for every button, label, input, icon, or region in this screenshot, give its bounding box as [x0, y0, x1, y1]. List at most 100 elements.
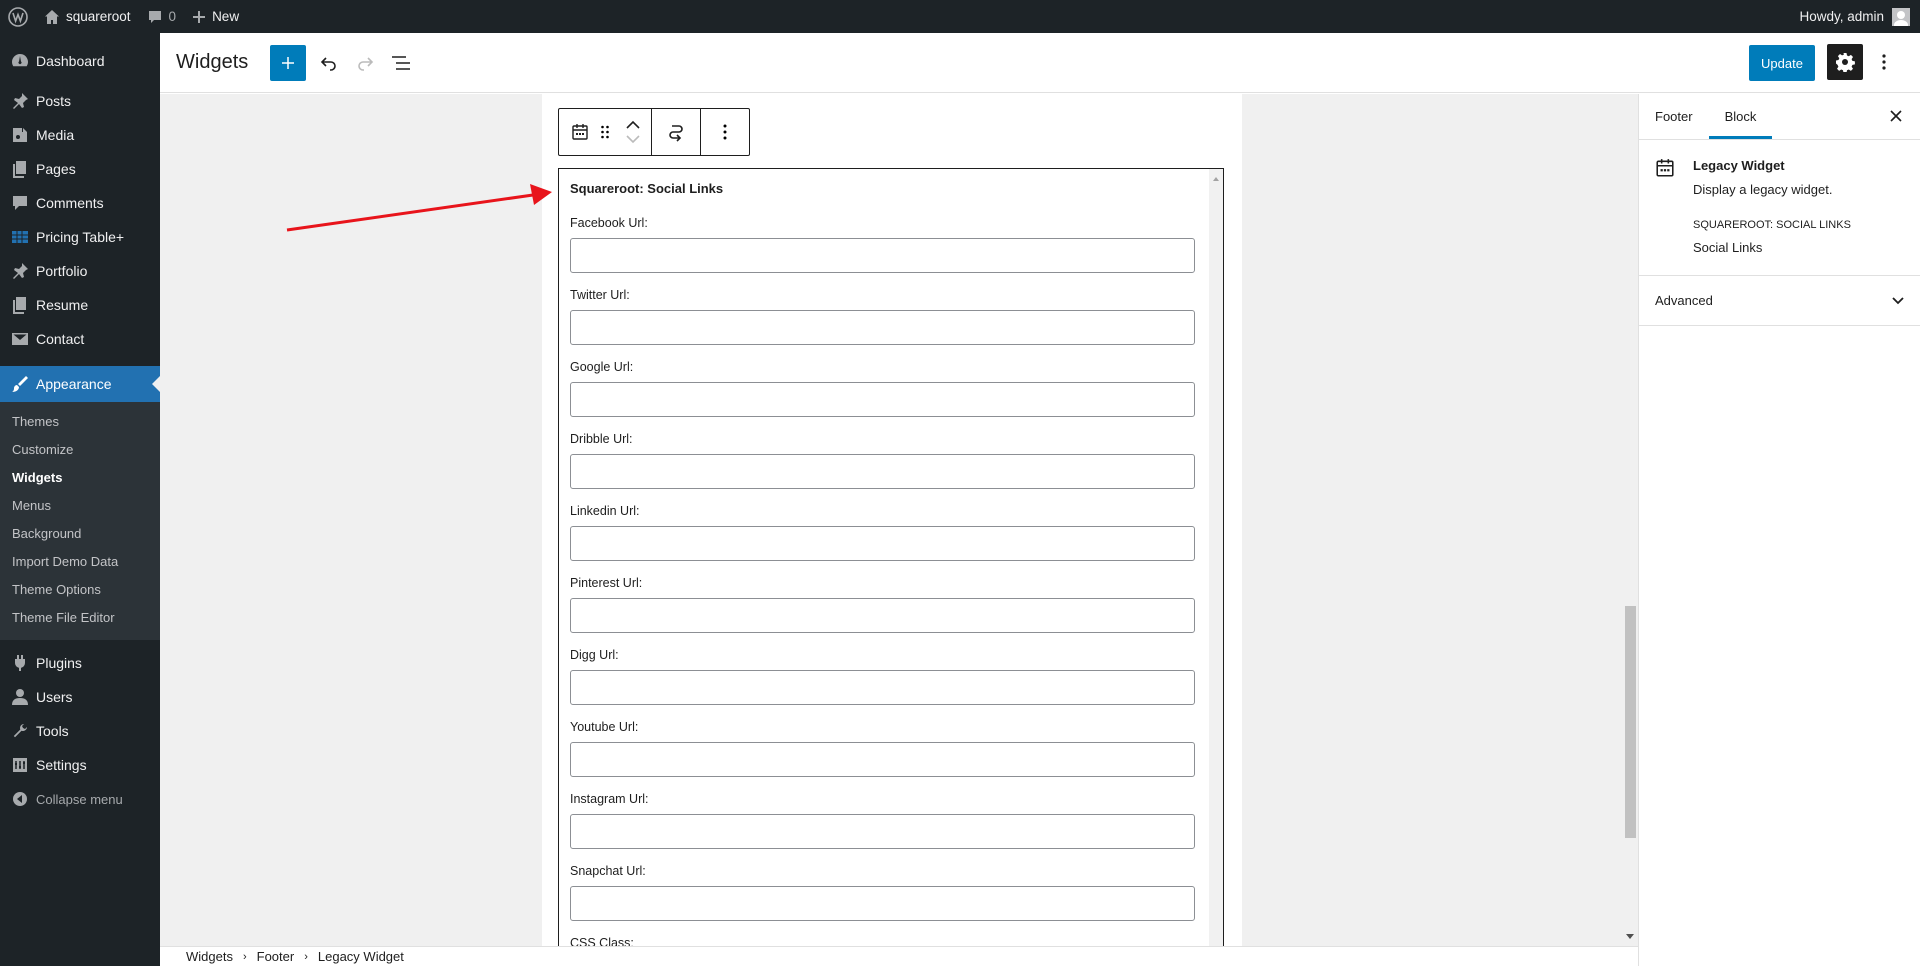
editor-header: Widgets Update [160, 33, 1920, 93]
facebook-url-input[interactable] [570, 238, 1195, 273]
settings-button[interactable] [1827, 44, 1863, 80]
submenu-item-theme-file-editor[interactable]: Theme File Editor [0, 604, 160, 632]
comments-link[interactable]: 0 [139, 0, 185, 33]
collapse-label: Collapse menu [36, 791, 123, 807]
wrench-icon [10, 721, 30, 741]
block-type-button[interactable] [559, 109, 589, 155]
canvas-scrollbar[interactable] [1622, 94, 1638, 946]
chevron-down-icon[interactable] [626, 135, 640, 144]
sidebar-item-label: Pages [36, 161, 76, 177]
sidebar-item-pages[interactable]: Pages [0, 152, 160, 186]
block-movers [621, 109, 651, 155]
linkedin-url-input[interactable] [570, 526, 1195, 561]
pages-icon [10, 159, 30, 179]
field-linkedin-url: Linkedin Url: [570, 504, 1195, 561]
gear-icon [1835, 52, 1855, 72]
snapchat-url-input[interactable] [570, 886, 1195, 921]
widget-area: Squareroot: Social Links Facebook Url: Tw… [542, 94, 1242, 948]
twitter-url-input[interactable] [570, 310, 1195, 345]
tab-block[interactable]: Block [1709, 94, 1773, 139]
sidebar-item-comments[interactable]: Comments [0, 186, 160, 220]
submenu-item-themes[interactable]: Themes [0, 408, 160, 436]
comment-icon [10, 193, 30, 213]
pin-icon [10, 91, 30, 111]
pinterest-url-input[interactable] [570, 598, 1195, 633]
youtube-url-input[interactable] [570, 742, 1195, 777]
undo-button[interactable] [312, 46, 346, 80]
drag-handle-icon [600, 124, 610, 140]
sidebar-item-portfolio[interactable]: Portfolio [0, 254, 160, 288]
breadcrumb: Widgets › Footer › Legacy Widget [160, 946, 1638, 966]
snapchat-url-label: Snapchat Url: [570, 864, 646, 878]
sidebar-item-plugins[interactable]: Plugins [0, 646, 160, 680]
add-block-button[interactable] [270, 44, 307, 81]
sidebar-item-appearance[interactable]: Appearance [0, 366, 160, 402]
list-view-button[interactable] [384, 46, 418, 80]
sidebar-item-label: Plugins [36, 655, 82, 671]
drag-handle[interactable] [589, 109, 621, 155]
new-label: New [212, 9, 240, 24]
block-card: Legacy Widget Display a legacy widget. S… [1639, 140, 1920, 276]
google-url-input[interactable] [570, 382, 1195, 417]
close-panel-button[interactable] [1886, 106, 1906, 126]
field-snapchat-url: Snapchat Url: [570, 864, 1195, 921]
block-options-button[interactable] [701, 109, 749, 155]
home-icon [44, 9, 60, 25]
sidebar-item-posts[interactable]: Posts [0, 84, 160, 118]
collapse-menu-button[interactable]: Collapse menu [0, 782, 160, 816]
new-content-link[interactable]: New [184, 0, 247, 33]
submenu-item-menus[interactable]: Menus [0, 492, 160, 520]
sidebar-item-media[interactable]: Media [0, 118, 160, 152]
sidebar-item-label: Users [36, 689, 73, 705]
update-button[interactable]: Update [1749, 45, 1815, 81]
sidebar-item-contact[interactable]: Contact [0, 322, 160, 356]
submenu-item-customize[interactable]: Customize [0, 436, 160, 464]
submenu-item-background[interactable]: Background [0, 520, 160, 548]
site-name-link[interactable]: squareroot [36, 0, 139, 33]
page-title: Widgets [176, 51, 249, 73]
sidebar-item-users[interactable]: Users [0, 680, 160, 714]
transform-button[interactable] [652, 109, 700, 155]
form-scrollbar[interactable] [1209, 169, 1223, 948]
sidebar-item-tools[interactable]: Tools [0, 714, 160, 748]
collapse-icon [10, 789, 30, 809]
options-menu-button[interactable] [1872, 44, 1896, 80]
redo-button[interactable] [348, 46, 382, 80]
settings-icon [10, 755, 30, 775]
avatar [1892, 7, 1910, 26]
digg-url-input[interactable] [570, 670, 1195, 705]
chevron-right-icon: › [242, 950, 247, 963]
instagram-url-input[interactable] [570, 814, 1195, 849]
dribble-url-input[interactable] [570, 454, 1195, 489]
submenu-item-import-demo-data[interactable]: Import Demo Data [0, 548, 160, 576]
tab-footer[interactable]: Footer [1639, 94, 1709, 139]
settings-sidebar: Footer Block Legacy Widget Display a leg… [1638, 94, 1920, 966]
facebook-url-label: Facebook Url: [570, 216, 648, 230]
google-url-label: Google Url: [570, 360, 634, 374]
chevron-up-icon[interactable] [626, 120, 640, 129]
breadcrumb-footer[interactable]: Footer [257, 949, 295, 964]
breadcrumb-widgets[interactable]: Widgets [186, 949, 233, 964]
close-icon [1890, 110, 1902, 122]
wordpress-logo-icon[interactable] [0, 0, 36, 33]
sidebar-item-dashboard[interactable]: Dashboard [0, 44, 160, 78]
sidebar-item-settings[interactable]: Settings [0, 748, 160, 782]
pages-icon [10, 295, 30, 315]
sidebar-item-label: Contact [36, 331, 85, 347]
scroll-down-arrow-icon[interactable] [1626, 934, 1634, 943]
breadcrumb-legacy-widget[interactable]: Legacy Widget [318, 949, 404, 964]
submenu-item-widgets[interactable]: Widgets [0, 464, 160, 492]
submenu-item-theme-options[interactable]: Theme Options [0, 576, 160, 604]
scrollbar-thumb[interactable] [1625, 606, 1636, 838]
appearance-submenu: Themes Customize Widgets Menus Backgroun… [0, 402, 160, 640]
advanced-panel-toggle[interactable]: Advanced [1639, 276, 1920, 326]
dashboard-icon [10, 51, 30, 71]
calendar-icon [571, 123, 589, 141]
account-menu[interactable]: Howdy, admin [1791, 0, 1920, 33]
advanced-label: Advanced [1655, 293, 1713, 308]
dribble-url-label: Dribble Url: [570, 432, 633, 446]
user-icon [10, 687, 30, 707]
digg-url-label: Digg Url: [570, 648, 619, 662]
sidebar-item-resume[interactable]: Resume [0, 288, 160, 322]
sidebar-item-pricing-table[interactable]: Pricing Table+ [0, 220, 160, 254]
